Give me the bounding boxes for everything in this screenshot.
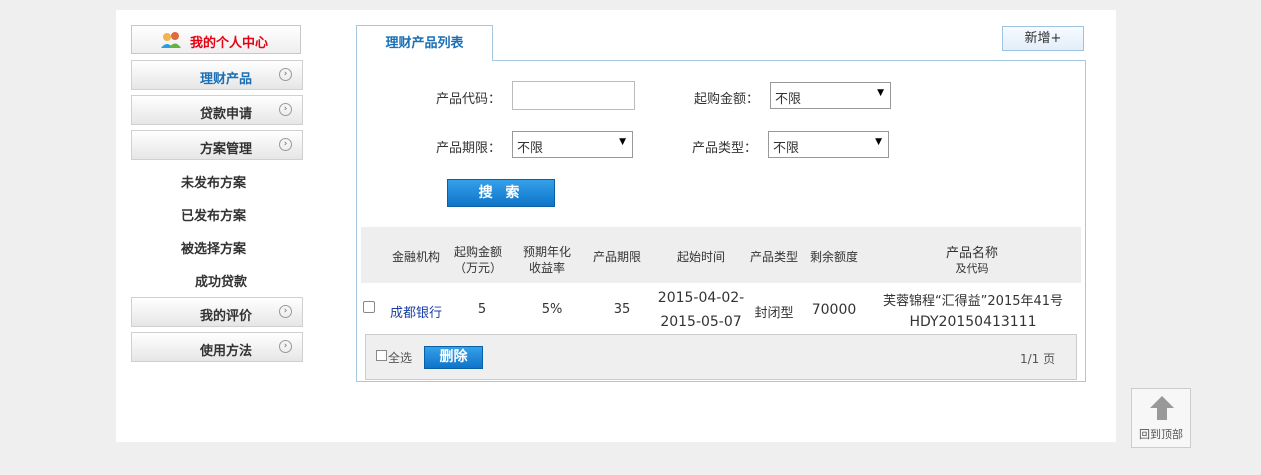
chevron-right-icon: ›: [279, 305, 292, 318]
personal-center-title: 我的个人中心: [190, 36, 269, 51]
col-min-amount: 起购金额: [453, 245, 502, 259]
arrow-up-icon: [1150, 396, 1174, 420]
sidebar-item-label: 方案管理: [199, 142, 252, 157]
cell-remaining: 70000: [811, 302, 857, 318]
sidebar-item-label: 使用方法: [199, 344, 252, 359]
delete-button[interactable]: 删除: [424, 346, 483, 369]
cell-end-date: 2015-05-07: [660, 314, 742, 330]
col-product-code: 及代码: [955, 262, 989, 275]
dropdown-arrow-icon: ▼: [877, 88, 884, 98]
sidebar-item-my-reviews[interactable]: 我的评价 ›: [131, 297, 303, 327]
chevron-right-icon: ›: [279, 138, 292, 151]
col-institution: 金融机构: [391, 250, 440, 264]
row-checkbox[interactable]: [363, 301, 375, 313]
sidebar-item-label: 贷款申请: [199, 107, 252, 122]
chevron-right-icon: ›: [279, 68, 292, 81]
search-button[interactable]: 搜 索: [447, 179, 555, 207]
sidebar-item-loan-application[interactable]: 贷款申请 ›: [131, 95, 303, 125]
term-label: 产品期限：: [436, 141, 502, 156]
col-type: 产品类型: [749, 250, 798, 264]
cell-yield: 5%: [541, 302, 563, 317]
sidebar-subitem-published[interactable]: 已发布方案: [181, 205, 246, 224]
min-amount-label: 起购金额：: [694, 92, 760, 107]
cell-type: 封闭型: [754, 306, 794, 321]
col-start-time: 起始时间: [676, 250, 725, 264]
dropdown-arrow-icon: ▼: [875, 137, 882, 147]
chevron-right-icon: ›: [279, 340, 292, 353]
tab-label: 理财产品列表: [385, 36, 464, 51]
product-code-label: 产品代码：: [436, 92, 502, 107]
chevron-right-icon: ›: [279, 103, 292, 116]
cell-product-code: HDY20150413111: [909, 314, 1037, 330]
type-label: 产品类型：: [692, 141, 758, 156]
users-icon: [161, 32, 181, 48]
col-product-name: 产品名称: [945, 246, 998, 261]
select-all-checkbox[interactable]: [376, 350, 387, 361]
sidebar-subitem-selected[interactable]: 被选择方案: [181, 238, 246, 257]
col-term: 产品期限: [592, 250, 641, 264]
dropdown-arrow-icon: ▼: [619, 137, 626, 147]
sidebar-subitem-successful-loans[interactable]: 成功贷款: [195, 271, 247, 290]
type-select[interactable]: 不限 ▼: [768, 131, 889, 158]
back-to-top-label: 回到顶部: [1139, 428, 1183, 441]
institution-link[interactable]: 成都银行: [383, 302, 449, 321]
term-value: 不限: [517, 141, 544, 156]
col-yield: 预期年化: [522, 245, 571, 259]
sidebar-item-wealth-products[interactable]: 理财产品 ›: [131, 60, 303, 90]
sidebar-item-label: 理财产品: [199, 72, 252, 87]
product-code-input[interactable]: [512, 81, 635, 110]
min-amount-value: 不限: [775, 92, 802, 107]
term-select[interactable]: 不限 ▼: [512, 131, 633, 158]
cell-product-name: 芙蓉锦程“汇得益”2015年41号: [882, 294, 1064, 309]
cell-term: 35: [613, 302, 631, 317]
cell-min-amount: 5: [477, 302, 487, 317]
sidebar-item-usage-guide[interactable]: 使用方法 ›: [131, 332, 303, 362]
min-amount-select[interactable]: 不限 ▼: [770, 82, 891, 109]
add-button[interactable]: 新增+: [1002, 26, 1084, 51]
cell-start-date: 2015-04-02-: [657, 290, 745, 306]
sidebar-item-plan-management[interactable]: 方案管理 ›: [131, 130, 303, 160]
sidebar-subitem-unpublished[interactable]: 未发布方案: [181, 172, 246, 191]
col-remaining: 剩余额度: [809, 250, 858, 264]
col-min-amount-unit: （万元）: [453, 261, 502, 275]
sidebar-item-label: 我的评价: [199, 309, 252, 324]
back-to-top-button[interactable]: 回到顶部: [1131, 388, 1191, 448]
type-value: 不限: [773, 141, 800, 156]
select-all-label[interactable]: 全选: [388, 349, 412, 366]
col-yield-sub: 收益率: [528, 261, 565, 275]
tab-product-list[interactable]: 理财产品列表: [356, 25, 493, 61]
pagination-info: 1/1 页: [1020, 352, 1056, 366]
personal-center-header[interactable]: 我的个人中心: [131, 25, 301, 54]
